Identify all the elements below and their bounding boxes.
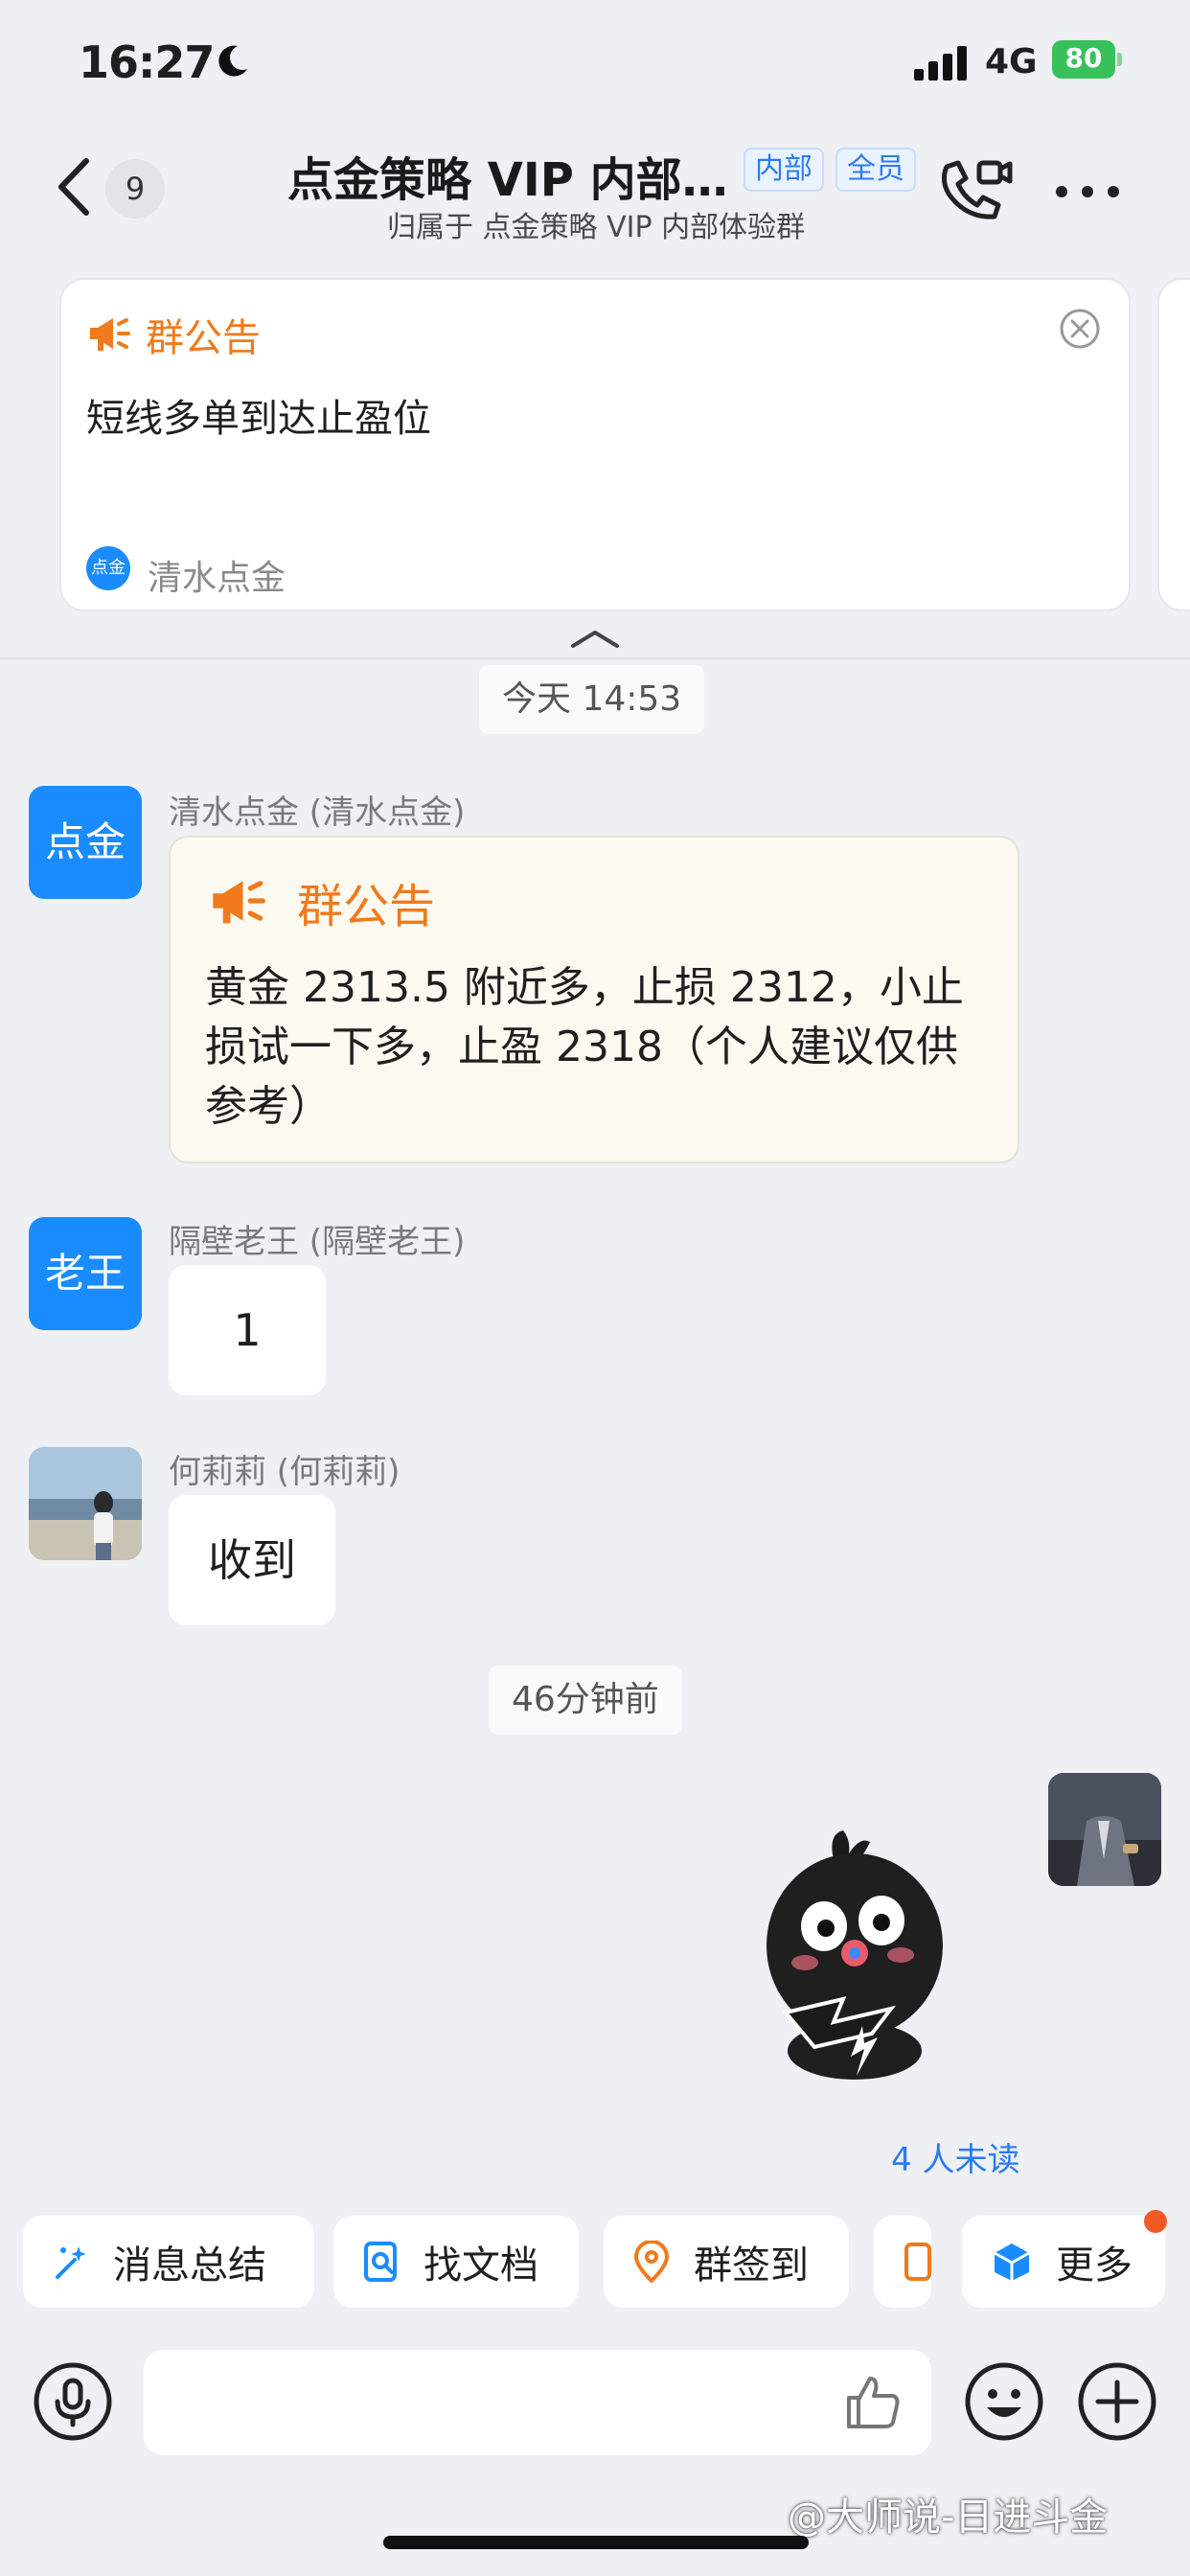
mic-icon[interactable]	[33, 2361, 113, 2442]
sender-name: 隔壁老王 (隔壁老王)	[169, 1223, 466, 1261]
sticker-image[interactable]	[747, 1821, 958, 2080]
chevron-up-icon[interactable]	[569, 627, 621, 650]
sparkle-icon	[56, 2246, 86, 2279]
sender-name: 清水点金 (清水点金)	[169, 794, 466, 832]
summarize-label: 消息总结	[113, 2243, 266, 2288]
announcement-heading: 群公告	[297, 880, 436, 933]
doc-search-icon	[364, 2242, 397, 2282]
partial-action-button[interactable]	[874, 2216, 931, 2308]
signal-icon	[914, 46, 967, 80]
avatar[interactable]: 点金	[29, 786, 142, 899]
more-actions-button[interactable]: 更多	[962, 2216, 1165, 2308]
checkin-button[interactable]: 群签到	[604, 2216, 849, 2308]
plus-icon[interactable]	[1077, 2361, 1157, 2442]
network-type: 4G	[985, 42, 1038, 81]
battery-icon: 80	[1052, 40, 1122, 82]
tag-all-members: 全员	[835, 148, 916, 192]
partial-icon	[904, 2242, 931, 2281]
notice-text: 短线多单到达止盈位	[86, 397, 431, 441]
announcement-body: 黄金 2313.5 附近多，止损 2312，小止损试一下多，止盈 2318（个人…	[205, 963, 964, 1131]
timestamp: 46分钟前	[489, 1666, 682, 1735]
emoji-icon[interactable]	[964, 2361, 1044, 2442]
moon-icon	[218, 45, 247, 77]
sender-name: 何莉莉 (何莉莉)	[169, 1453, 400, 1491]
video-call-icon[interactable]	[937, 155, 1014, 224]
notification-dot	[1144, 2210, 1167, 2233]
tag-internal: 内部	[744, 148, 824, 192]
notice-heading: 群公告	[146, 316, 261, 360]
battery-level: 80	[1064, 42, 1103, 74]
avatar[interactable]: 老王	[29, 1217, 142, 1330]
checkin-icon	[633, 2241, 670, 2283]
cube-icon	[994, 2243, 1030, 2281]
message-bubble[interactable]: 1	[169, 1265, 326, 1395]
more-actions-label: 更多	[1056, 2243, 1133, 2288]
message-input[interactable]	[144, 2350, 931, 2455]
find-docs-button[interactable]: 找文档	[333, 2216, 579, 2308]
next-notice-card[interactable]	[1157, 278, 1190, 611]
chat-subtitle[interactable]: 归属于 点金策略 VIP 内部体验群	[387, 203, 805, 245]
divider	[0, 657, 1190, 659]
avatar-self[interactable]	[1048, 1773, 1161, 1886]
megaphone-icon	[213, 881, 265, 924]
home-indicator	[383, 2536, 809, 2549]
unread-readers[interactable]: 4 人未读	[891, 2133, 1019, 2180]
avatar-photo[interactable]	[29, 1447, 142, 1560]
message-bubble[interactable]: 收到	[169, 1495, 335, 1625]
status-time: 16:27	[79, 36, 215, 88]
watermark: @大师说-日进斗金	[788, 2496, 1109, 2540]
notice-author-avatar: 点金	[86, 546, 130, 590]
unread-count-badge[interactable]: 9	[105, 159, 165, 218]
close-icon[interactable]	[1058, 307, 1102, 351]
more-icon[interactable]	[1054, 182, 1121, 201]
find-docs-label: 找文档	[423, 2243, 538, 2288]
back-icon[interactable]	[50, 153, 98, 220]
chat-title[interactable]: 点金策略 VIP 内部…	[287, 142, 728, 209]
thumbs-up-icon[interactable]	[841, 2371, 903, 2432]
checkin-label: 群签到	[694, 2243, 809, 2288]
summarize-button[interactable]: 消息总结	[23, 2216, 314, 2308]
timestamp: 今天 14:53	[479, 665, 705, 734]
megaphone-icon	[90, 318, 130, 351]
notice-author: 清水点金	[148, 559, 286, 598]
